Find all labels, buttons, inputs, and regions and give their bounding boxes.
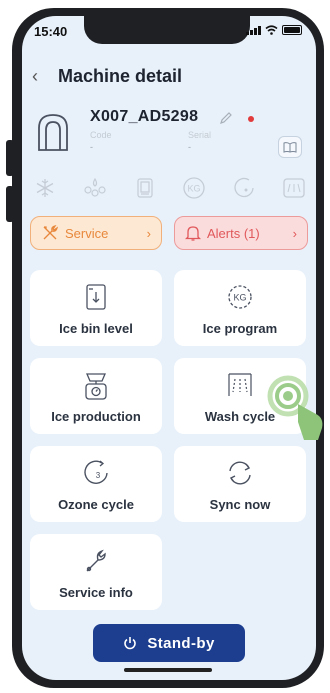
power-icon bbox=[124, 637, 137, 650]
snowflake-icon bbox=[36, 179, 54, 197]
water-drops-icon bbox=[84, 177, 106, 197]
tile-ice-program[interactable]: KG Ice program bbox=[174, 270, 306, 346]
shower-icon bbox=[228, 373, 252, 396]
svg-text:KG: KG bbox=[233, 293, 246, 303]
status-time: 15:40 bbox=[34, 24, 68, 39]
filter-icon bbox=[137, 178, 153, 198]
signal-icon bbox=[246, 26, 261, 35]
machine-name: X007_AD5298 bbox=[90, 108, 199, 125]
service-button[interactable]: Service › bbox=[30, 216, 162, 250]
tile-label: Sync now bbox=[209, 497, 271, 512]
machine-info: X007_AD5298 Code - Serial - bbox=[36, 108, 302, 168]
chevron-right-icon: › bbox=[292, 225, 297, 241]
machine-icon bbox=[38, 114, 68, 151]
battery-icon bbox=[282, 25, 302, 35]
kg-program-icon: KG bbox=[228, 285, 252, 309]
svg-text:KG: KG bbox=[187, 184, 200, 194]
wash-icon bbox=[283, 178, 305, 198]
chevron-right-icon: › bbox=[146, 225, 151, 241]
ozone-cycle-icon: 3 bbox=[84, 460, 108, 484]
sync-icon bbox=[229, 461, 251, 485]
serial-value: - bbox=[188, 142, 191, 152]
tile-service-info[interactable]: Service info bbox=[30, 534, 162, 610]
tile-sync-now[interactable]: Sync now bbox=[174, 446, 306, 522]
feature-icon-row: KG bbox=[34, 176, 306, 200]
kg-icon: KG bbox=[183, 177, 205, 199]
page-header: ‹ Machine detail bbox=[32, 66, 182, 87]
scale-icon bbox=[85, 373, 107, 400]
status-dot bbox=[248, 116, 254, 122]
app-screen: 15:40 ‹ Machine detail X007_AD5298 Code … bbox=[22, 16, 316, 680]
tile-ozone-cycle[interactable]: 3 Ozone cycle bbox=[30, 446, 162, 522]
tools-icon bbox=[43, 224, 59, 240]
service-label: Service bbox=[65, 225, 109, 241]
tile-ice-bin-level[interactable]: Ice bin level bbox=[30, 270, 162, 346]
tile-label: Ice production bbox=[51, 409, 141, 424]
code-label: Code bbox=[90, 130, 112, 140]
side-button-bottom bbox=[6, 186, 14, 222]
serial-label: Serial bbox=[188, 130, 212, 140]
tile-label: Ozone cycle bbox=[58, 497, 134, 512]
alerts-button[interactable]: Alerts (1) › bbox=[174, 216, 308, 250]
bell-icon bbox=[185, 226, 201, 241]
standby-label: Stand-by bbox=[147, 634, 215, 652]
tile-label: Service info bbox=[59, 585, 133, 600]
touch-gesture-icon bbox=[267, 375, 323, 440]
alerts-label: Alerts (1) bbox=[207, 225, 260, 241]
code-value: - bbox=[90, 142, 93, 152]
standby-button[interactable]: Stand-by bbox=[93, 624, 245, 662]
manual-book-icon[interactable] bbox=[278, 136, 302, 158]
chevron-left-icon[interactable]: ‹ bbox=[32, 66, 46, 87]
ozone-icon bbox=[234, 177, 254, 198]
tile-ice-production[interactable]: Ice production bbox=[30, 358, 162, 434]
page-title: Machine detail bbox=[58, 66, 183, 86]
tile-label: Ice bin level bbox=[59, 321, 133, 336]
status-icons bbox=[246, 25, 302, 35]
side-button-top bbox=[6, 140, 14, 176]
wifi-icon bbox=[265, 25, 278, 35]
ice-bin-icon bbox=[86, 284, 106, 310]
svg-text:3: 3 bbox=[96, 471, 101, 480]
notch bbox=[84, 16, 250, 44]
tile-label: Ice program bbox=[202, 321, 278, 336]
home-indicator bbox=[124, 668, 212, 672]
wrench-icon bbox=[86, 549, 106, 572]
pencil-icon[interactable] bbox=[218, 110, 234, 126]
